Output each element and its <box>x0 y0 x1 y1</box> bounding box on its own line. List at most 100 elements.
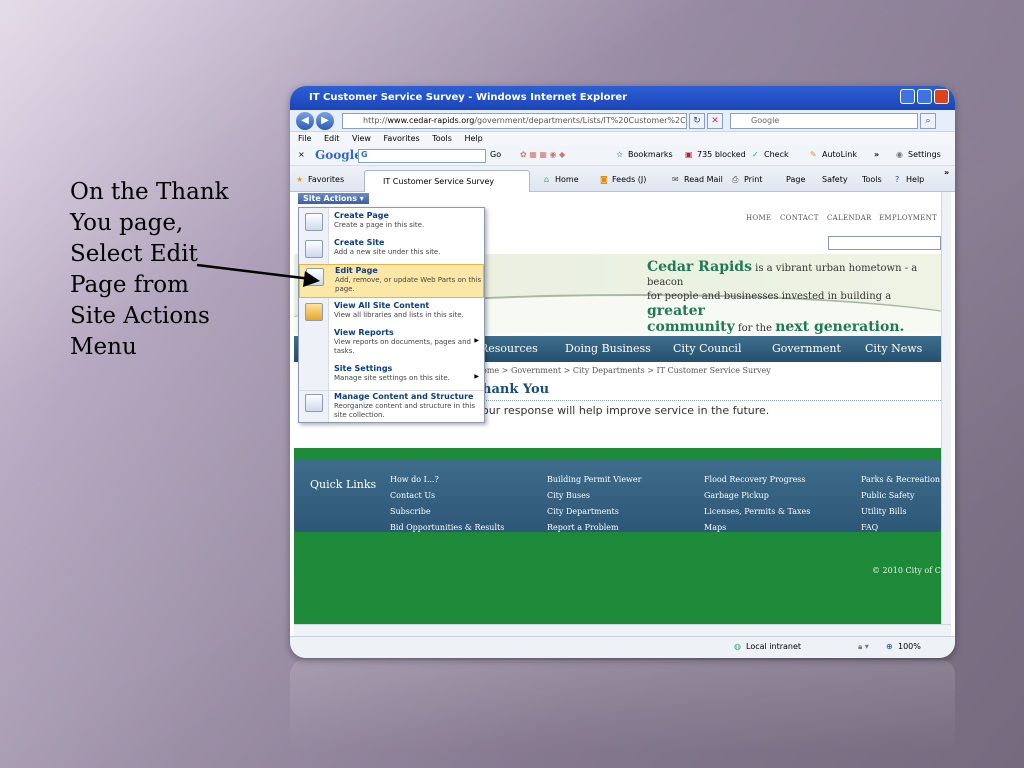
zoom-level[interactable]: 100% <box>898 642 921 651</box>
back-button[interactable]: ◀ <box>296 112 314 130</box>
breadcrumb-government[interactable]: Government <box>511 366 561 375</box>
nav-home-link[interactable]: HOME <box>746 214 771 222</box>
forward-button[interactable]: ▶ <box>316 112 334 130</box>
menu-item-title: Edit Page <box>335 266 378 275</box>
menu-view[interactable]: View <box>352 134 371 143</box>
window-titlebar: IT Customer Service Survey - Windows Int… <box>290 86 955 110</box>
toolbar-icons[interactable]: ✿ ▦ ▦ ◉ ◆ <box>520 150 565 159</box>
minimize-button[interactable] <box>900 89 915 104</box>
help-menu[interactable]: Help <box>906 175 924 184</box>
quick-links-column: Flood Recovery Progress Garbage Pickup L… <box>704 472 810 536</box>
bookmarks-button[interactable]: Bookmarks <box>628 150 673 159</box>
menu-edit[interactable]: Edit <box>324 134 340 143</box>
settings-button[interactable]: Settings <box>908 150 941 159</box>
quick-link[interactable]: Maps <box>704 520 810 536</box>
quick-link[interactable]: Licenses, Permits & Taxes <box>704 504 810 520</box>
home-button[interactable]: Home <box>555 175 579 184</box>
protected-mode-icon[interactable]: 🔒︎ ▾ <box>858 642 869 652</box>
autolink-button[interactable]: AutoLink <box>822 150 857 159</box>
tab-it-customer-service-survey[interactable]: IT Customer Service Survey <box>364 170 530 192</box>
toolbar-close-icon[interactable]: × <box>298 150 305 159</box>
autolink-icon: ✎ <box>810 150 817 159</box>
help-icon: ? <box>895 175 900 184</box>
maximize-button[interactable] <box>917 89 932 104</box>
quick-link[interactable]: Garbage Pickup <box>704 488 810 504</box>
main-nav-government[interactable]: Government <box>772 342 841 355</box>
menu-item-desc: View reports on documents, pages and tas… <box>334 338 471 355</box>
tab-label: IT Customer Service Survey <box>383 177 495 186</box>
address-bar[interactable]: http://www.cedar-rapids.org/government/d… <box>342 113 687 129</box>
print-button[interactable]: Print <box>744 175 762 184</box>
google-go-button[interactable]: Go <box>490 150 501 159</box>
tagline-period: . <box>899 319 905 334</box>
stop-button[interactable]: ✕ <box>707 113 723 129</box>
thank-you-message: our response will help improve service i… <box>482 404 770 417</box>
menu-item-create-page[interactable]: Create Page Create a page in this site. <box>299 210 484 237</box>
menu-help[interactable]: Help <box>464 134 482 143</box>
search-input[interactable]: Google <box>730 113 918 129</box>
caption-line: Menu <box>70 334 137 360</box>
safety-menu[interactable]: Safety <box>822 175 848 184</box>
read-mail-button[interactable]: Read Mail <box>684 175 723 184</box>
more-commands-button[interactable]: » <box>944 168 949 177</box>
quick-link[interactable]: Building Permit Viewer <box>547 472 641 488</box>
check-button[interactable]: Check <box>764 150 789 159</box>
menu-item-create-site[interactable]: Create Site Add a new site under this si… <box>299 237 484 264</box>
quick-link[interactable]: FAQ <box>861 520 940 536</box>
tagline-text: for people and businesses invested in bu… <box>647 291 892 302</box>
quick-link[interactable]: Public Safety <box>861 488 940 504</box>
quick-link[interactable]: Subscribe <box>390 504 504 520</box>
main-nav-doing-business[interactable]: Doing Business <box>565 342 651 355</box>
menu-item-edit-page[interactable]: Edit Page Add, remove, or update Web Par… <box>299 264 484 298</box>
menu-item-view-reports[interactable]: View Reports View reports on documents, … <box>299 327 484 362</box>
quick-link[interactable]: Bid Opportunities & Results <box>390 520 504 536</box>
print-icon: ⎙ <box>732 175 739 184</box>
quick-link[interactable]: How do I...? <box>390 472 504 488</box>
menu-item-title: Site Settings <box>334 364 393 373</box>
popup-blocker-icon: ▣ <box>685 150 693 159</box>
page-menu[interactable]: Page <box>786 175 805 184</box>
quick-link[interactable]: City Buses <box>547 488 641 504</box>
quick-link[interactable]: Utility Bills <box>861 504 940 520</box>
vertical-scrollbar[interactable] <box>941 192 951 624</box>
menu-item-site-settings[interactable]: Site Settings Manage site settings on th… <box>299 363 484 390</box>
quick-link[interactable]: Contact Us <box>390 488 504 504</box>
quick-link[interactable]: Report a Problem <box>547 520 641 536</box>
menu-item-desc: View all libraries and lists in this sit… <box>334 311 464 319</box>
main-nav-city-news[interactable]: City News <box>865 342 922 355</box>
menu-item-title: View Reports <box>334 328 394 337</box>
menu-item-title: Create Site <box>334 238 385 247</box>
status-bar: ◍ Local intranet 🔒︎ ▾ ⊕ 100% <box>290 636 955 658</box>
tools-menu[interactable]: Tools <box>862 175 882 184</box>
menu-item-desc: Add a new site under this site. <box>334 248 441 256</box>
feeds-button[interactable]: Feeds (J) <box>612 175 646 184</box>
site-actions-button[interactable]: Site Actions ▾ <box>298 193 369 204</box>
main-nav-city-council[interactable]: City Council <box>673 342 741 355</box>
menu-file[interactable]: File <box>298 134 311 143</box>
page-content: Site Actions ▾ HOME CONTACT CALENDAR EMP… <box>294 192 941 624</box>
site-search-input[interactable] <box>828 236 941 250</box>
search-icon[interactable]: ⌕ <box>920 113 936 129</box>
favorites-button[interactable]: Favorites <box>308 175 344 184</box>
breadcrumb-city-departments[interactable]: City Departments <box>573 366 645 375</box>
nav-contact-link[interactable]: CONTACT <box>780 214 819 222</box>
menu-favorites[interactable]: Favorites <box>384 134 420 143</box>
quick-link[interactable]: City Departments <box>547 504 641 520</box>
quick-link[interactable]: Flood Recovery Progress <box>704 472 810 488</box>
main-nav-resources[interactable]: Resources <box>480 342 538 355</box>
more-tools-button[interactable]: » <box>874 150 879 159</box>
google-search-field[interactable]: G <box>358 149 486 163</box>
horizontal-scrollbar[interactable] <box>294 624 951 636</box>
menu-tools[interactable]: Tools <box>432 134 452 143</box>
create-page-icon <box>305 213 323 231</box>
nav-employment-link[interactable]: EMPLOYMENT <box>879 214 937 222</box>
menu-item-view-all-site-content[interactable]: View All Site Content View all libraries… <box>299 300 484 327</box>
close-window-button[interactable] <box>934 89 949 104</box>
popup-blocked-count[interactable]: 735 blocked <box>697 150 746 159</box>
menu-item-manage-content[interactable]: Manage Content and Structure Reorganize … <box>299 390 484 422</box>
nav-calendar-link[interactable]: CALENDAR <box>827 214 872 222</box>
refresh-button[interactable]: ↻ <box>689 113 705 129</box>
settings-icon: ◉ <box>896 150 903 159</box>
quick-link[interactable]: Parks & Recreation <box>861 472 940 488</box>
search-placeholder: Google <box>751 116 780 125</box>
